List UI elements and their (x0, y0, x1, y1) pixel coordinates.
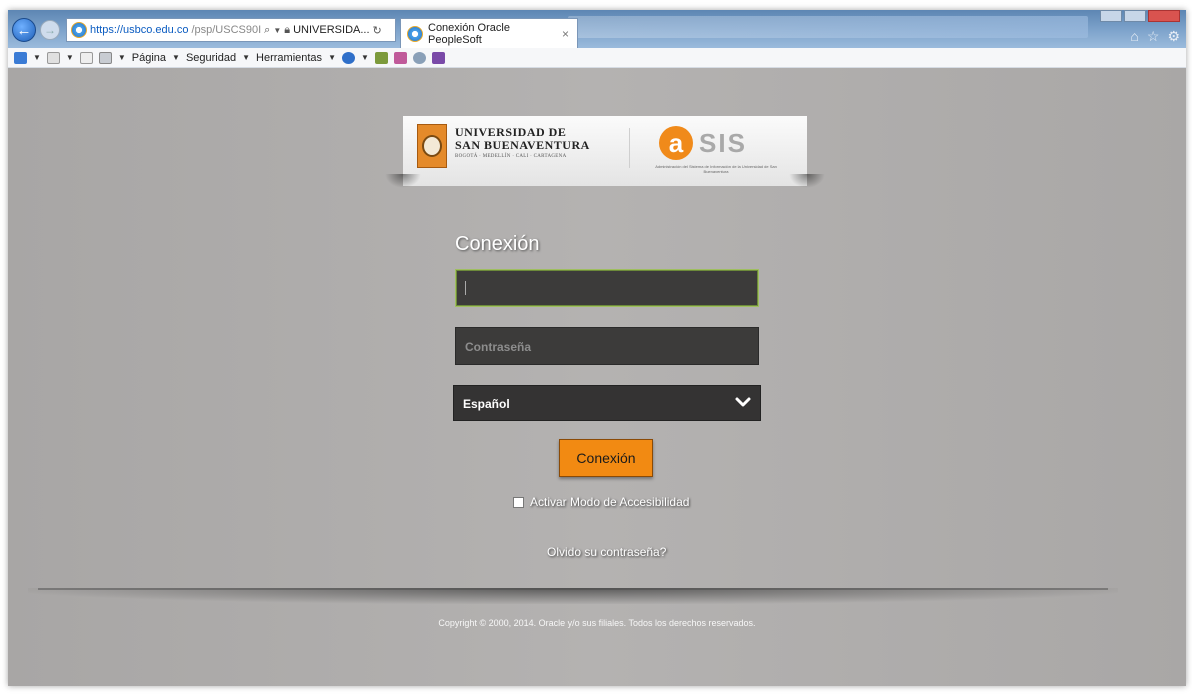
password-input[interactable]: Contraseña (455, 327, 759, 365)
window-controls (1100, 10, 1180, 22)
chevron-down-icon[interactable]: ▼ (242, 53, 250, 62)
favorites-star-icon[interactable]: ☆ (1147, 28, 1160, 45)
tab-title: Conexión Oracle PeopleSoft (428, 21, 510, 46)
accessibility-mode-option[interactable]: Activar Modo de Accesibilidad (513, 495, 689, 509)
gear-addon-icon[interactable] (412, 51, 426, 64)
chevron-down-icon[interactable]: ▼ (118, 53, 126, 62)
login-title: Conexión (455, 233, 540, 255)
footer-divider-line (38, 588, 1108, 590)
toolbar-icons: ⌂ ☆ ⚙ (1130, 28, 1180, 45)
address-path: /psp/USCS90I (191, 24, 262, 36)
background-window-strip (568, 16, 1088, 38)
login-button[interactable]: Conexión (559, 439, 653, 477)
password-placeholder: Contraseña (465, 340, 532, 354)
maximize-button[interactable] (1124, 10, 1146, 22)
university-cities: BOGOTÁ · MEDELLÍN · CALI · CARTAGENA (455, 154, 567, 159)
asis-logo-text: SIS (699, 127, 747, 158)
chevron-down-icon (735, 397, 751, 407)
close-window-button[interactable] (1148, 10, 1180, 22)
chevron-down-icon[interactable]: ▼ (361, 53, 369, 62)
menu-herramientas[interactable]: Herramientas (256, 52, 322, 64)
chevron-down-icon[interactable]: ▼ (66, 53, 74, 62)
university-name-line2: SAN BUENAVENTURA (455, 138, 590, 152)
university-logo-text: UNIVERSIDAD DE SAN BUENAVENTURA BOGOTÁ ·… (455, 126, 590, 160)
language-select[interactable]: Español (453, 385, 761, 421)
close-tab-icon[interactable]: × (562, 27, 569, 41)
forward-button[interactable]: → (40, 20, 60, 40)
home-page-icon[interactable] (14, 51, 27, 64)
dropdown-icon[interactable]: ▼ (273, 26, 281, 35)
ie-tab-icon (407, 25, 423, 42)
menu-seguridad[interactable]: Seguridad (186, 52, 236, 64)
footer-shadow-divider (28, 588, 1118, 604)
back-button[interactable]: ← (12, 18, 36, 42)
asis-logo-letter: a (659, 126, 693, 160)
chevron-down-icon[interactable]: ▼ (33, 53, 41, 62)
address-bar[interactable]: https://usbco.edu.co/psp/USCS90I ⌕ ▼ 🔒︎ … (66, 18, 396, 42)
chevron-down-icon[interactable]: ▼ (328, 53, 336, 62)
browser-titlebar: ← → https://usbco.edu.co/psp/USCS90I ⌕ ▼… (8, 10, 1186, 48)
addon-icon[interactable] (393, 51, 407, 64)
research-icon[interactable] (374, 51, 388, 64)
browser-window: ← → https://usbco.edu.co/psp/USCS90I ⌕ ▼… (8, 10, 1186, 686)
refresh-icon[interactable]: ↻ (373, 24, 382, 37)
university-crest-logo (417, 124, 447, 168)
search-icon[interactable]: ⌕ (264, 24, 270, 37)
asis-logo-subtitle: Administración del Sistema de Informació… (655, 164, 777, 174)
chevron-down-icon[interactable]: ▼ (172, 53, 180, 62)
mail-icon[interactable] (79, 51, 93, 64)
help-icon[interactable] (341, 51, 355, 64)
banner-divider (629, 128, 630, 168)
ie-site-icon (71, 22, 87, 38)
copyright-text: Copyright © 2000, 2014. Oracle y/o sus f… (438, 618, 756, 628)
settings-gear-icon[interactable]: ⚙ (1167, 28, 1180, 45)
onenote-icon[interactable] (431, 51, 445, 64)
feeds-icon[interactable] (46, 51, 60, 64)
user-id-input[interactable] (455, 269, 759, 307)
menu-pagina[interactable]: Página (132, 52, 166, 64)
minimize-button[interactable] (1100, 10, 1122, 22)
text-cursor (465, 281, 466, 295)
lock-icon[interactable]: 🔒︎ (284, 24, 290, 37)
accessibility-checkbox[interactable] (513, 496, 524, 508)
address-host: https://usbco.edu.co (90, 24, 189, 36)
print-icon[interactable] (98, 51, 112, 64)
home-icon[interactable]: ⌂ (1130, 28, 1138, 45)
login-form: Conexión Contraseña Español Conexión Act… (453, 233, 763, 559)
accessibility-label: Activar Modo de Accesibilidad (530, 495, 690, 509)
command-bar: ▼ ▼ ▼ Página ▼ Seguridad ▼ Herramientas ▼ ▼ (8, 48, 1186, 68)
login-page: UNIVERSIDAD DE SAN BUENAVENTURA BOGOTÁ ·… (8, 68, 1186, 686)
asis-logo: a SIS (659, 126, 747, 160)
address-site: UNIVERSIDA... (293, 24, 370, 36)
forgot-password-link[interactable]: Olvido su contraseña? (547, 545, 666, 559)
tab-conexion-peoplesoft[interactable]: Conexión Oracle PeopleSoft × (400, 18, 578, 48)
header-banner: UNIVERSIDAD DE SAN BUENAVENTURA BOGOTÁ ·… (385, 116, 825, 188)
language-selected: Español (463, 397, 510, 411)
crest-seal (422, 135, 442, 157)
